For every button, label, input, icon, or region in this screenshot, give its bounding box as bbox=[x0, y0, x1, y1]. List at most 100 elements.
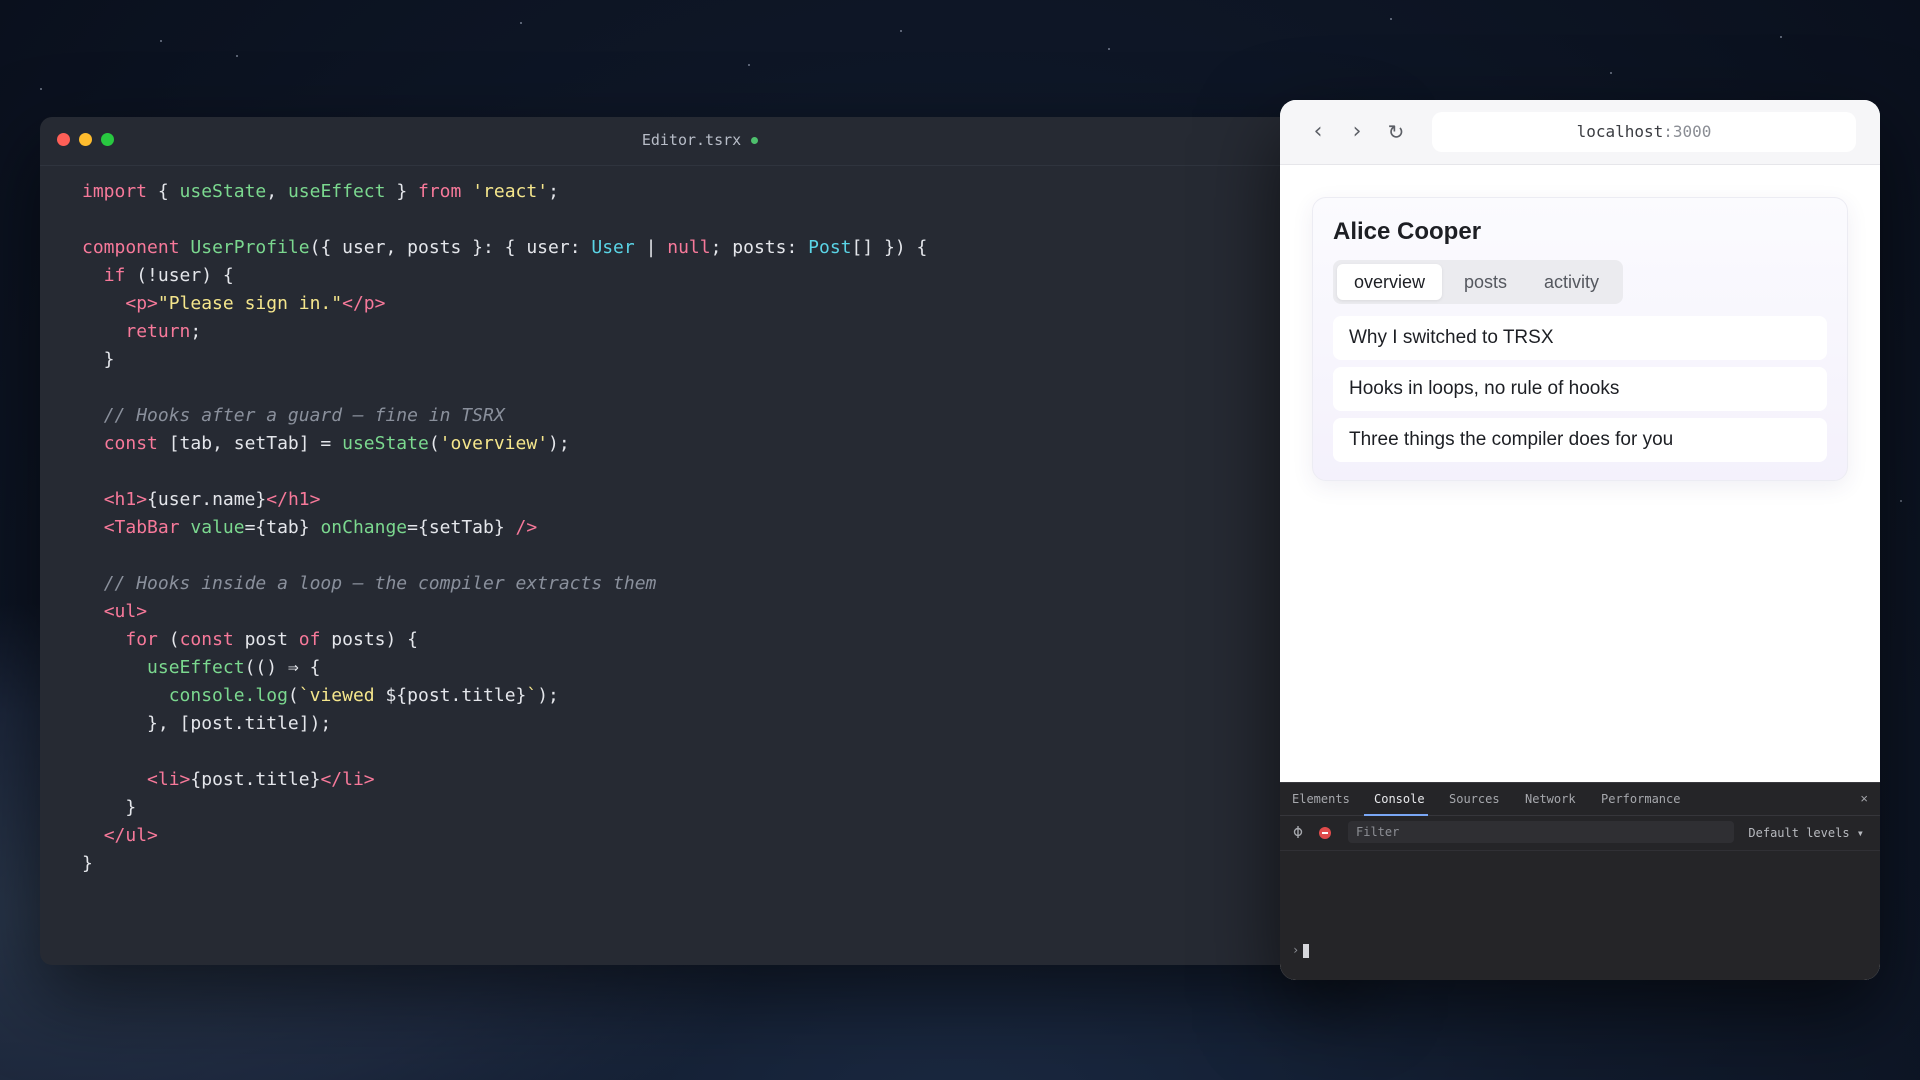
code-line[interactable]: } bbox=[82, 850, 1360, 878]
reload-button[interactable]: ↻ bbox=[1382, 118, 1410, 146]
code-token: {post.title} bbox=[190, 769, 321, 790]
code-line[interactable] bbox=[82, 542, 1360, 570]
code-token: ); bbox=[537, 685, 559, 706]
sidebar-toggle-icon[interactable] bbox=[1291, 825, 1305, 839]
editor-filename: Editor.tsrx bbox=[40, 131, 1360, 149]
devtools-panel: Elements Console Sources Network Perform… bbox=[1280, 782, 1880, 980]
code-line[interactable] bbox=[82, 738, 1360, 766]
code-line[interactable]: // Hooks inside a loop — the compiler ex… bbox=[82, 570, 1360, 598]
chevron-right-icon: › bbox=[1352, 119, 1362, 144]
code-token: <TabBar bbox=[103, 517, 180, 538]
code-token: if bbox=[103, 265, 126, 286]
code-line[interactable]: <li>{post.title}</li> bbox=[82, 766, 1360, 794]
back-button[interactable]: ‹ bbox=[1304, 118, 1332, 146]
forward-button[interactable]: › bbox=[1343, 118, 1371, 146]
code-token: ` bbox=[526, 685, 538, 706]
code-token: `viewed bbox=[298, 685, 386, 706]
tab-network[interactable]: Network bbox=[1525, 783, 1576, 815]
code-line[interactable]: for (const post of posts) { bbox=[82, 626, 1360, 654]
code-token: </ul> bbox=[103, 825, 158, 846]
code-token: <li> bbox=[147, 769, 191, 790]
code-line[interactable]: component UserProfile({ user, posts }: {… bbox=[82, 234, 1360, 262]
tab-posts[interactable]: posts bbox=[1447, 264, 1524, 300]
code-line[interactable]: console.log(`viewed ${post.title}`); bbox=[82, 682, 1360, 710]
code-token: ( bbox=[428, 433, 440, 454]
code-line[interactable]: const [tab, setTab] = useState('overview… bbox=[82, 430, 1360, 458]
code-token: } bbox=[515, 685, 527, 706]
code-editor-window: Editor.tsrx import { useState, useEffect… bbox=[40, 117, 1360, 965]
list-item[interactable]: Why I switched to TRSX bbox=[1333, 316, 1827, 360]
code-token: null bbox=[667, 237, 711, 258]
code-token: ={setTab} bbox=[407, 517, 516, 538]
code-token: of bbox=[298, 629, 321, 650]
code-token: <ul> bbox=[103, 601, 148, 622]
code-area[interactable]: import { useState, useEffect } from 'rea… bbox=[40, 166, 1360, 878]
code-line[interactable]: </ul> bbox=[82, 822, 1360, 850]
code-line[interactable]: } bbox=[82, 794, 1360, 822]
code-line[interactable]: <ul> bbox=[82, 598, 1360, 626]
tab-overview[interactable]: overview bbox=[1337, 264, 1443, 300]
code-line[interactable]: import { useState, useEffect } from 'rea… bbox=[82, 178, 1360, 206]
code-line[interactable]: if (!user) { bbox=[82, 262, 1360, 290]
code-token: } bbox=[82, 349, 115, 370]
code-token: ; bbox=[190, 321, 202, 342]
tab-sources[interactable]: Sources bbox=[1449, 783, 1500, 815]
code-token: Post bbox=[808, 237, 852, 258]
code-token: | bbox=[634, 237, 668, 258]
close-icon: × bbox=[1860, 791, 1868, 806]
code-line[interactable] bbox=[82, 374, 1360, 402]
code-line[interactable] bbox=[82, 458, 1360, 486]
tab-elements[interactable]: Elements bbox=[1292, 783, 1350, 815]
code-token: useEffect bbox=[287, 181, 386, 202]
profile-card: Alice Cooper overview posts activity Why… bbox=[1312, 197, 1848, 481]
code-line[interactable] bbox=[82, 206, 1360, 234]
code-token: ${ bbox=[385, 685, 408, 706]
code-token: [] }) { bbox=[851, 237, 928, 258]
tab-console[interactable]: Console bbox=[1374, 783, 1425, 815]
devtools-tabs: Elements Console Sources Network Perform… bbox=[1280, 783, 1880, 816]
close-devtools-button[interactable]: × bbox=[1860, 783, 1868, 815]
code-line[interactable]: useEffect(() ⇒ { bbox=[82, 654, 1360, 682]
code-token: </h1> bbox=[266, 489, 321, 510]
console-prompt[interactable]: › bbox=[1292, 943, 1310, 958]
log-levels-dropdown[interactable]: Default levels ▾ bbox=[1748, 816, 1864, 850]
code-token: post.title bbox=[407, 685, 516, 706]
console-filter-bar: Filter Default levels ▾ bbox=[1280, 816, 1880, 851]
code-token: value bbox=[190, 517, 245, 538]
tab-activity[interactable]: activity bbox=[1527, 264, 1616, 300]
code-token: (() ⇒ { bbox=[244, 657, 321, 678]
code-token: post bbox=[233, 629, 299, 650]
list-item[interactable]: Three things the compiler does for you bbox=[1333, 418, 1827, 462]
code-line[interactable]: <h1>{user.name}</h1> bbox=[82, 486, 1360, 514]
code-line[interactable]: <TabBar value={tab} onChange={setTab} /> bbox=[82, 514, 1360, 542]
code-token: {user.name} bbox=[147, 489, 267, 510]
page-viewport: Alice Cooper overview posts activity Why… bbox=[1280, 165, 1880, 782]
code-token: <h1> bbox=[103, 489, 148, 510]
code-line[interactable]: } bbox=[82, 346, 1360, 374]
code-token: "Please sign in." bbox=[157, 293, 343, 314]
chevron-left-icon: ‹ bbox=[1313, 119, 1323, 144]
page-title: Alice Cooper bbox=[1333, 218, 1482, 245]
console-filter-input[interactable]: Filter bbox=[1348, 821, 1734, 843]
code-line[interactable]: <p>"Please sign in."</p> bbox=[82, 290, 1360, 318]
address-bar[interactable]: localhost:3000 bbox=[1432, 112, 1856, 152]
code-line[interactable]: }, [post.title]); bbox=[82, 710, 1360, 738]
code-line[interactable]: // Hooks after a guard — fine in TSRX bbox=[82, 402, 1360, 430]
code-token: import bbox=[82, 181, 148, 202]
code-token: // Hooks inside a loop — the compiler ex… bbox=[103, 573, 657, 594]
code-token: const bbox=[103, 433, 158, 454]
clear-console-icon[interactable] bbox=[1319, 827, 1331, 839]
code-line[interactable]: return; bbox=[82, 318, 1360, 346]
code-token: useState bbox=[179, 181, 267, 202]
code-token: UserProfile bbox=[190, 237, 310, 258]
code-token: return bbox=[125, 321, 191, 342]
tab-performance[interactable]: Performance bbox=[1601, 783, 1680, 815]
list-item[interactable]: Hooks in loops, no rule of hooks bbox=[1333, 367, 1827, 411]
